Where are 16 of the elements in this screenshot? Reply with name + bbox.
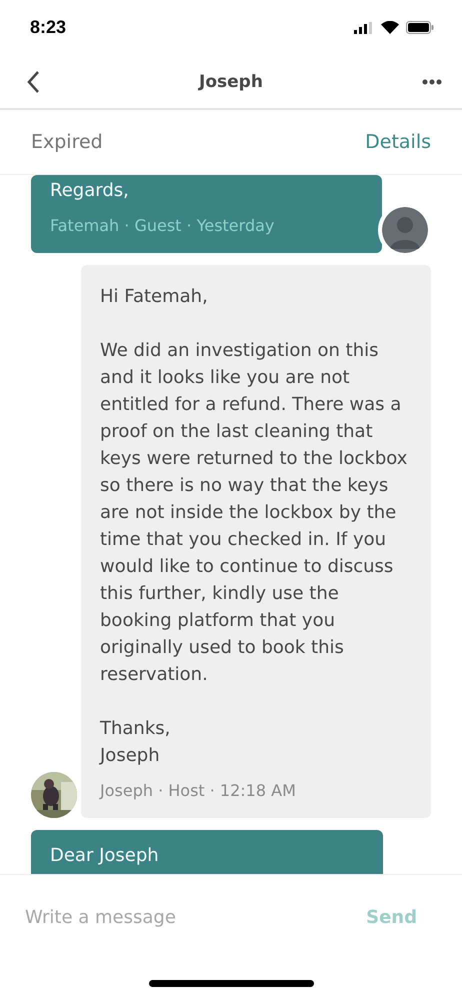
- details-link[interactable]: Details: [365, 131, 431, 153]
- battery-icon: [406, 21, 434, 34]
- status-time: 8:23: [30, 17, 66, 38]
- conversation-title: Joseph: [199, 72, 263, 92]
- wifi-icon: [381, 21, 399, 34]
- reservation-status: Expired: [31, 131, 103, 153]
- message-text: Regards,: [50, 179, 130, 203]
- message-meta: Fatemah · Guest · Yesterday: [50, 215, 276, 237]
- message-text: We did an investigation on this and it looks like you are not entitled for a refund. There was a proof on the last cleaning that keys were returned to the lockbox so there is no way that the keys are not inside the lockbox by the time that you checked in. If you would like to continue to discuss this further, kindly use the booking platform that you originally used to book this reservation.: [100, 339, 408, 687]
- message-meta: Joseph · Host · 12:18 AM: [100, 780, 297, 802]
- signal-icon: [354, 22, 374, 34]
- back-icon[interactable]: [26, 70, 40, 94]
- more-icon[interactable]: [422, 78, 442, 84]
- message-text: Thanks, Joseph: [100, 717, 172, 768]
- message-text: Hi Fatemah,: [100, 285, 209, 309]
- message-text: Dear Joseph: [50, 844, 160, 868]
